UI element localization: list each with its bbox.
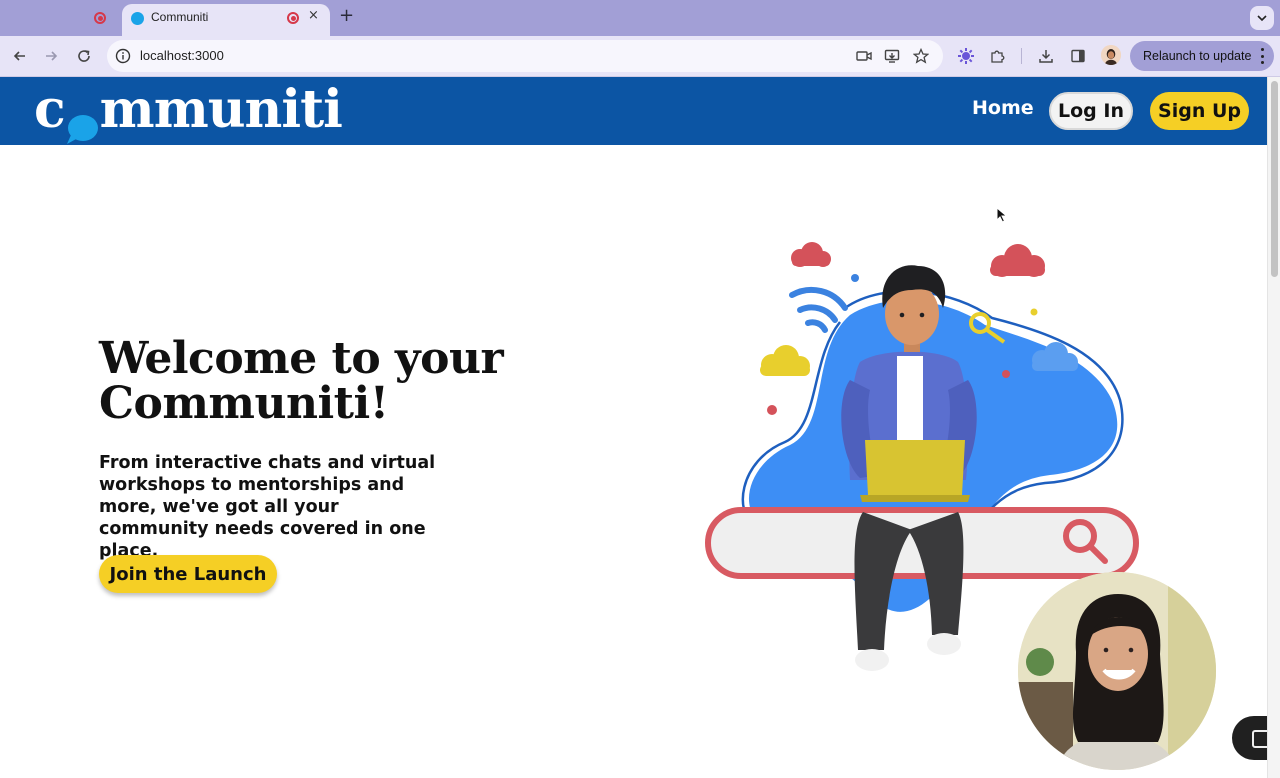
page-scrollbar[interactable] bbox=[1267, 77, 1280, 778]
extension-button[interactable] bbox=[954, 44, 978, 68]
relaunch-label: Relaunch to update bbox=[1143, 49, 1252, 63]
tab-inactive[interactable] bbox=[8, 4, 120, 32]
extension-icon bbox=[958, 48, 974, 64]
side-panel-icon bbox=[1071, 49, 1085, 63]
close-tab-button[interactable]: × bbox=[308, 8, 319, 23]
nav-home-link[interactable]: Home bbox=[972, 97, 1034, 119]
address-text[interactable]: localhost:3000 bbox=[140, 48, 224, 63]
reload-icon bbox=[78, 50, 90, 62]
reload-button[interactable] bbox=[72, 44, 96, 68]
extensions-menu-button[interactable] bbox=[986, 44, 1010, 68]
decor-dot bbox=[767, 405, 777, 415]
back-button[interactable] bbox=[8, 44, 32, 68]
star-icon[interactable] bbox=[912, 47, 930, 65]
recording-icon bbox=[287, 12, 299, 24]
join-launch-button[interactable]: Join the Launch bbox=[99, 555, 277, 593]
hero-subtitle: From interactive chats and virtual works… bbox=[99, 453, 436, 561]
forward-button[interactable] bbox=[39, 44, 63, 68]
cloud-icon bbox=[791, 242, 831, 267]
new-tab-button[interactable]: + bbox=[339, 6, 354, 26]
cloud-icon bbox=[990, 244, 1045, 277]
side-panel-button[interactable] bbox=[1066, 44, 1090, 68]
communiti-logo[interactable]: c mmuniti bbox=[34, 78, 343, 144]
forward-icon bbox=[46, 51, 58, 61]
presenter-video bbox=[1018, 572, 1216, 770]
address-bar[interactable]: localhost:3000 bbox=[107, 40, 943, 72]
relaunch-button[interactable]: Relaunch to update bbox=[1130, 41, 1274, 71]
site-header: c mmuniti Home Log In Sign Up bbox=[0, 77, 1267, 145]
tab-title: Communiti bbox=[151, 10, 209, 24]
puzzle-icon bbox=[991, 50, 1005, 63]
decor-dot bbox=[1030, 308, 1038, 316]
download-icon bbox=[1039, 50, 1053, 63]
recording-icon bbox=[94, 12, 106, 24]
back-icon bbox=[13, 51, 25, 61]
logo-letters: mmuniti bbox=[99, 78, 343, 140]
install-icon[interactable] bbox=[883, 47, 901, 65]
hero-title: Welcome to your Communiti! bbox=[99, 336, 559, 426]
login-button[interactable]: Log In bbox=[1049, 92, 1133, 130]
tab-search-button[interactable] bbox=[1250, 6, 1274, 30]
browser-toolbar: localhost:3000 Relaunch to update bbox=[0, 36, 1280, 77]
signup-button[interactable]: Sign Up bbox=[1150, 92, 1249, 130]
logo-letter-c: c bbox=[34, 78, 66, 140]
chevron-down-icon bbox=[1257, 15, 1267, 22]
decor-dot bbox=[851, 274, 859, 282]
profile-avatar[interactable] bbox=[1101, 45, 1121, 65]
menu-dots-icon bbox=[1260, 48, 1264, 64]
hero-title-line-1: Welcome to your bbox=[99, 333, 504, 384]
toolbar-divider bbox=[1021, 48, 1022, 64]
chat-bubble-icon bbox=[65, 97, 99, 144]
tab-communiti[interactable]: Communiti × bbox=[122, 4, 330, 36]
webcam-overlay bbox=[1018, 572, 1216, 770]
downloads-button[interactable] bbox=[1034, 44, 1058, 68]
cloud-icon bbox=[760, 345, 810, 376]
favicon-icon bbox=[131, 12, 144, 25]
tab-strip: Communiti × + bbox=[0, 0, 1280, 36]
site-info-icon[interactable] bbox=[115, 48, 131, 64]
decor-dot bbox=[1002, 370, 1010, 378]
scrollbar-thumb[interactable] bbox=[1271, 81, 1278, 277]
mouse-cursor-icon bbox=[996, 207, 1008, 223]
hero-title-line-2: Communiti! bbox=[99, 378, 389, 429]
camera-icon[interactable] bbox=[855, 47, 873, 65]
